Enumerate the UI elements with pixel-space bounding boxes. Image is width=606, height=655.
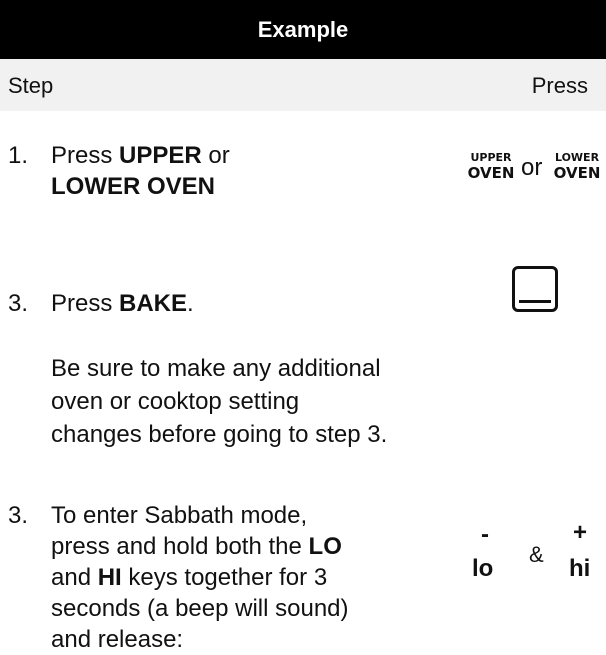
column-headers: Step Press [0,59,606,111]
step-number: 1. [8,142,29,169]
lo-key-label: lo [472,555,494,582]
or-text: or [521,154,543,181]
step-text-line: press and hold both the LO [51,533,342,560]
hi-key-label: hi [569,555,591,582]
step-text-line: Press BAKE. [51,290,194,317]
minus-icon: - [481,521,489,548]
lower-oven-key-top: LOWER [554,151,600,164]
press-column-header: Press [531,73,588,98]
upper-oven-key-top: UPPER [470,151,512,164]
lower-oven-key-bottom: OVEN [553,164,601,182]
instruction-page: Example Step Press 1. Press UPPER or LOW… [0,0,606,653]
bake-icon[interactable] [512,266,558,312]
step-text-line: and release: [51,626,184,653]
upper-oven-key-bottom: OVEN [467,164,515,182]
table-header: Example [0,0,606,59]
step-number: 3. [8,290,29,317]
step-note-line: changes before going to step 3. [51,421,388,448]
step-text-line: LOWER OVEN [51,173,216,200]
plus-icon: + [573,519,588,546]
step-column-header: Step [8,73,54,98]
step-text-line: and HI keys together for 3 [51,564,328,591]
step-text-line: seconds (a beep will sound) [51,595,349,622]
step-text-line: To enter Sabbath mode, [51,502,308,529]
and-symbol: & [529,542,544,567]
step-note-line: oven or cooktop setting [51,388,300,415]
step-note-line: Be sure to make any additional [51,355,381,382]
header-title: Example [257,16,349,42]
step-text-line: Press UPPER or [51,142,230,169]
step-number: 3. [8,502,29,529]
